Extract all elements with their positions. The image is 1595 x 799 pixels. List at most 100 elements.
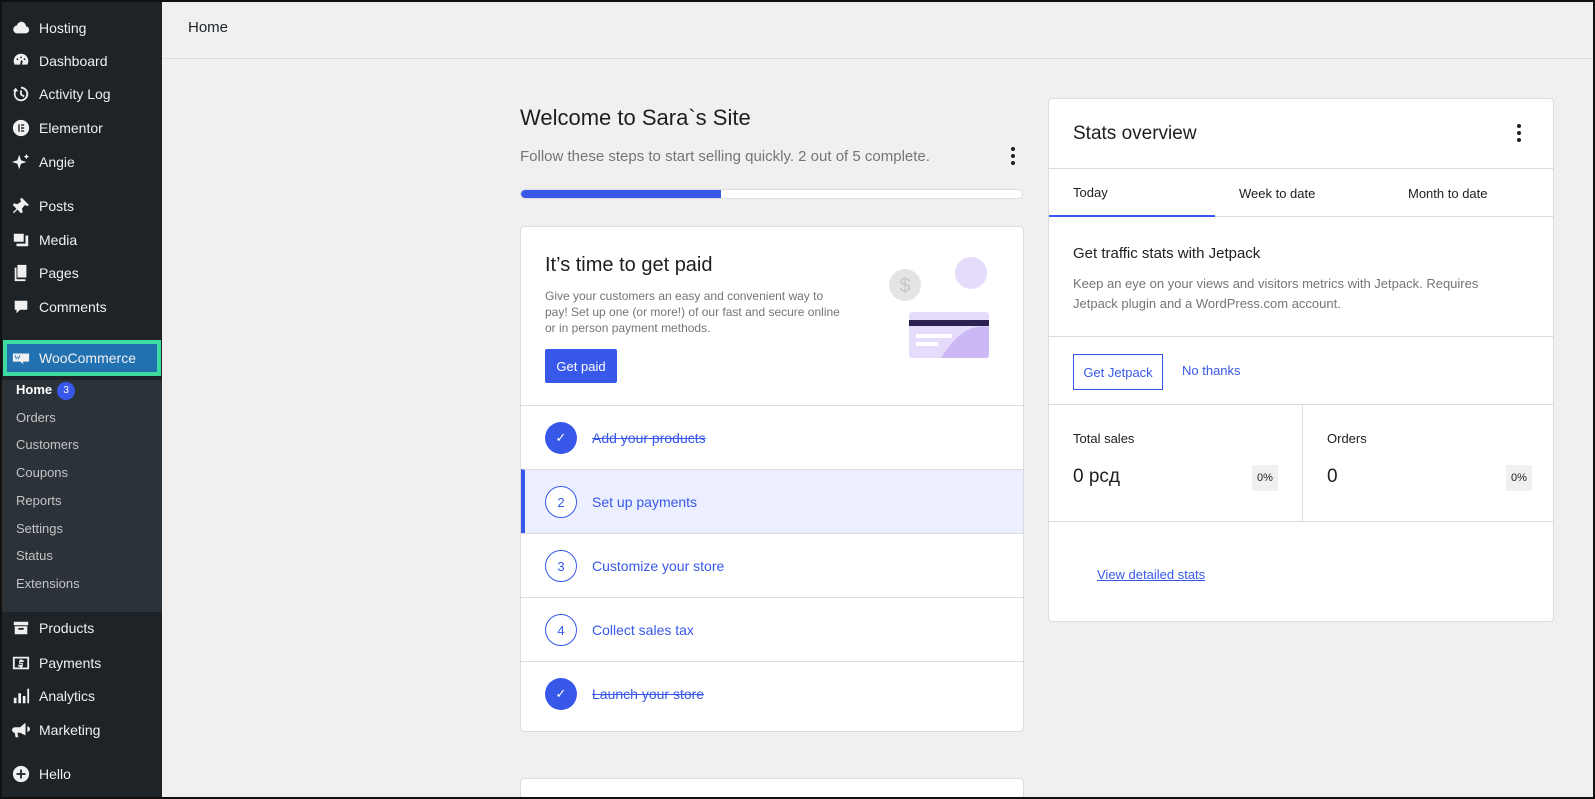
sidebar-item-label: Elementor	[39, 120, 103, 136]
sidebar-item-elementor[interactable]: Elementor	[2, 112, 162, 144]
welcome-subtitle: Follow these steps to start selling quic…	[520, 148, 930, 165]
tab-month-to-date[interactable]: Month to date	[1408, 169, 1488, 217]
page-header: Home	[162, 2, 1593, 59]
total-sales-stat[interactable]: Total sales 0 рсд 0%	[1049, 405, 1302, 521]
cloud-icon	[12, 19, 30, 37]
sidebar-item-label: WooCommerce	[39, 350, 136, 366]
sidebar-item-label: Dashboard	[39, 53, 108, 69]
task-label: Customize your store	[592, 558, 725, 574]
woo-icon	[12, 349, 30, 367]
task-customize-store[interactable]: 3 Customize your store	[521, 533, 1023, 598]
svg-text:$: $	[899, 275, 910, 297]
sidebar-item-label: Media	[39, 232, 78, 248]
sidebar-item-label: Analytics	[39, 688, 96, 704]
sidebar-item-payments[interactable]: Payments	[2, 647, 162, 679]
stat-value: 0 рсд	[1073, 466, 1120, 487]
orders-stat[interactable]: Orders 0 0%	[1303, 405, 1553, 521]
stats-title: Stats overview	[1073, 123, 1197, 144]
sidebar-item-label: Activity Log	[39, 86, 111, 102]
sidebar-item-posts[interactable]: Posts	[2, 190, 162, 222]
task-launch-store[interactable]: ✓ Launch your store	[521, 661, 1023, 726]
get-paid-button[interactable]: Get paid	[545, 349, 617, 383]
sidebar-item-products[interactable]: Products	[2, 612, 162, 644]
no-thanks-button[interactable]: No thanks	[1182, 363, 1241, 378]
setup-tasks-card: It’s time to get paid Give your customer…	[520, 226, 1024, 732]
check-icon: ✓	[545, 422, 577, 454]
task-label: Launch your store	[592, 686, 705, 702]
get-jetpack-button[interactable]: Get Jetpack	[1073, 354, 1163, 390]
divider	[1049, 521, 1553, 522]
get-paid-title: It’s time to get paid	[545, 254, 713, 276]
admin-sidebar: Hosting Dashboard Activity Log Elementor…	[2, 2, 162, 797]
sidebar-item-label: Marketing	[39, 722, 101, 738]
pin-icon	[12, 197, 30, 215]
progress-fill	[521, 190, 722, 198]
sidebar-item-pages[interactable]: Pages	[2, 257, 162, 289]
sidebar-item-analytics[interactable]: Analytics	[2, 680, 162, 712]
submenu-item-settings[interactable]: Settings	[16, 519, 63, 539]
sidebar-item-marketing[interactable]: Marketing	[2, 714, 162, 746]
elementor-icon	[12, 119, 30, 137]
sidebar-item-label: Products	[39, 620, 95, 636]
woocommerce-submenu: Home 3 Orders Customers Coupons Reports S…	[2, 380, 162, 612]
task-number: 4	[545, 614, 577, 646]
sidebar-item-comments[interactable]: Comments	[2, 291, 162, 323]
bar-chart-icon	[12, 687, 30, 705]
sidebar-item-label: Pages	[39, 265, 79, 281]
task-collect-sales-tax[interactable]: 4 Collect sales tax	[521, 597, 1023, 662]
submenu-item-coupons[interactable]: Coupons	[16, 463, 68, 483]
megaphone-icon	[12, 721, 30, 739]
get-paid-description: Give your customers an easy and convenie…	[545, 289, 840, 335]
plus-circle-icon	[12, 765, 30, 783]
jetpack-title: Get traffic stats with Jetpack	[1073, 245, 1261, 262]
stat-value: 0	[1327, 466, 1338, 487]
notification-badge: 3	[57, 381, 76, 400]
sidebar-item-label: Payments	[39, 655, 102, 671]
sidebar-item-hosting[interactable]: Hosting	[2, 12, 162, 44]
divider	[1049, 336, 1553, 337]
check-icon: ✓	[545, 678, 577, 710]
comment-icon	[12, 298, 30, 316]
sidebar-item-dashboard[interactable]: Dashboard	[2, 45, 162, 77]
view-detailed-stats-link[interactable]: View detailed stats	[1097, 567, 1205, 582]
submenu-item-customers[interactable]: Customers	[16, 435, 79, 455]
sidebar-item-activity-log[interactable]: Activity Log	[2, 78, 162, 110]
submenu-item-home[interactable]: Home 3	[16, 380, 76, 400]
sidebar-item-label: Comments	[39, 299, 107, 315]
submenu-item-reports[interactable]: Reports	[16, 491, 62, 511]
sidebar-item-label: Hello	[39, 766, 71, 782]
media-icon	[12, 231, 30, 249]
stat-delta: 0%	[1506, 465, 1532, 491]
stats-tabs: Today Week to date Month to date	[1049, 168, 1553, 217]
sidebar-item-media[interactable]: Media	[2, 224, 162, 256]
stats-more-icon[interactable]	[1516, 124, 1522, 144]
setup-more-icon[interactable]	[1010, 147, 1016, 167]
task-label: Add your products	[592, 430, 706, 446]
submenu-item-status[interactable]: Status	[16, 546, 53, 566]
stat-delta: 0%	[1252, 465, 1278, 491]
sidebar-item-label: Posts	[39, 198, 75, 214]
jetpack-description: Keep an eye on your views and visitors m…	[1073, 276, 1479, 311]
task-number: 3	[545, 550, 577, 582]
app-window: Hosting Dashboard Activity Log Elementor…	[0, 0, 1595, 799]
next-card	[520, 778, 1024, 797]
stat-label: Total sales	[1073, 431, 1135, 446]
sidebar-item-woocommerce[interactable]: WooCommerce	[2, 342, 162, 374]
sidebar-item-label: Hosting	[39, 20, 87, 36]
sidebar-item-angie[interactable]: Angie	[2, 146, 162, 178]
task-add-products[interactable]: ✓ Add your products	[521, 405, 1023, 470]
archive-icon	[12, 619, 30, 637]
pages-icon	[12, 264, 30, 282]
task-number: 2	[545, 486, 577, 518]
tab-week-to-date[interactable]: Week to date	[1239, 169, 1315, 217]
task-label: Collect sales tax	[592, 622, 694, 638]
sparkle-icon	[12, 153, 30, 171]
task-label: Set up payments	[592, 494, 698, 510]
task-set-up-payments[interactable]: 2 Set up payments	[521, 469, 1023, 534]
dollar-icon	[12, 654, 30, 672]
sidebar-item-hello[interactable]: Hello	[2, 758, 162, 790]
tab-today[interactable]: Today	[1049, 169, 1215, 217]
submenu-item-orders[interactable]: Orders	[16, 408, 56, 428]
submenu-item-extensions[interactable]: Extensions	[16, 574, 80, 594]
page-title: Home	[188, 19, 229, 36]
